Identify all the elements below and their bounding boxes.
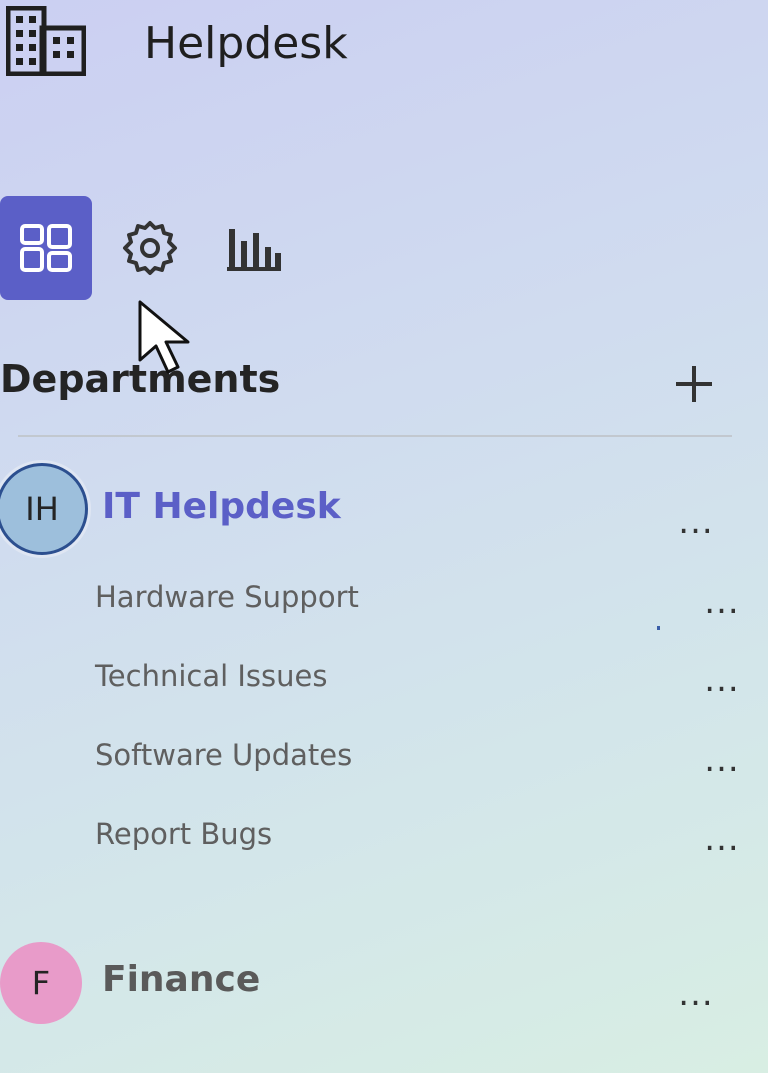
team-name-finance[interactable]: Finance [102,957,260,1003]
team-more-button[interactable]: ... [668,504,724,540]
avatar-initials: IH [25,490,59,528]
tab-overview[interactable] [0,196,92,300]
channel-report-bugs[interactable]: Report Bugs [95,816,272,852]
channel-more-button[interactable]: ... [694,821,750,857]
section-title: Departments [0,357,281,401]
add-department-button[interactable] [668,358,720,410]
channel-technical-issues[interactable]: Technical Issues [95,658,327,694]
building-icon [5,5,87,77]
channel-more-button[interactable]: ... [694,742,750,778]
channel-software-updates[interactable]: Software Updates [95,737,352,773]
app-title: Helpdesk [144,18,348,69]
tab-settings[interactable] [104,196,196,300]
team-name-it-helpdesk[interactable]: IT Helpdesk [102,484,341,530]
avatar-initials: F [31,964,51,1002]
focus-indicator [657,626,660,630]
channel-more-button[interactable]: ... [694,584,750,620]
plus-icon [676,366,712,402]
bar-chart-icon [227,229,281,271]
avatar[interactable]: IH [0,463,88,555]
avatar[interactable]: F [0,942,82,1024]
gear-icon [123,221,177,275]
channel-more-button[interactable]: ... [694,662,750,698]
tab-analytics[interactable] [208,196,300,300]
grid-dashboard-icon [20,224,72,272]
channel-hardware-support[interactable]: Hardware Support [95,579,359,615]
team-more-button[interactable]: ... [668,976,724,1012]
divider [18,435,732,437]
